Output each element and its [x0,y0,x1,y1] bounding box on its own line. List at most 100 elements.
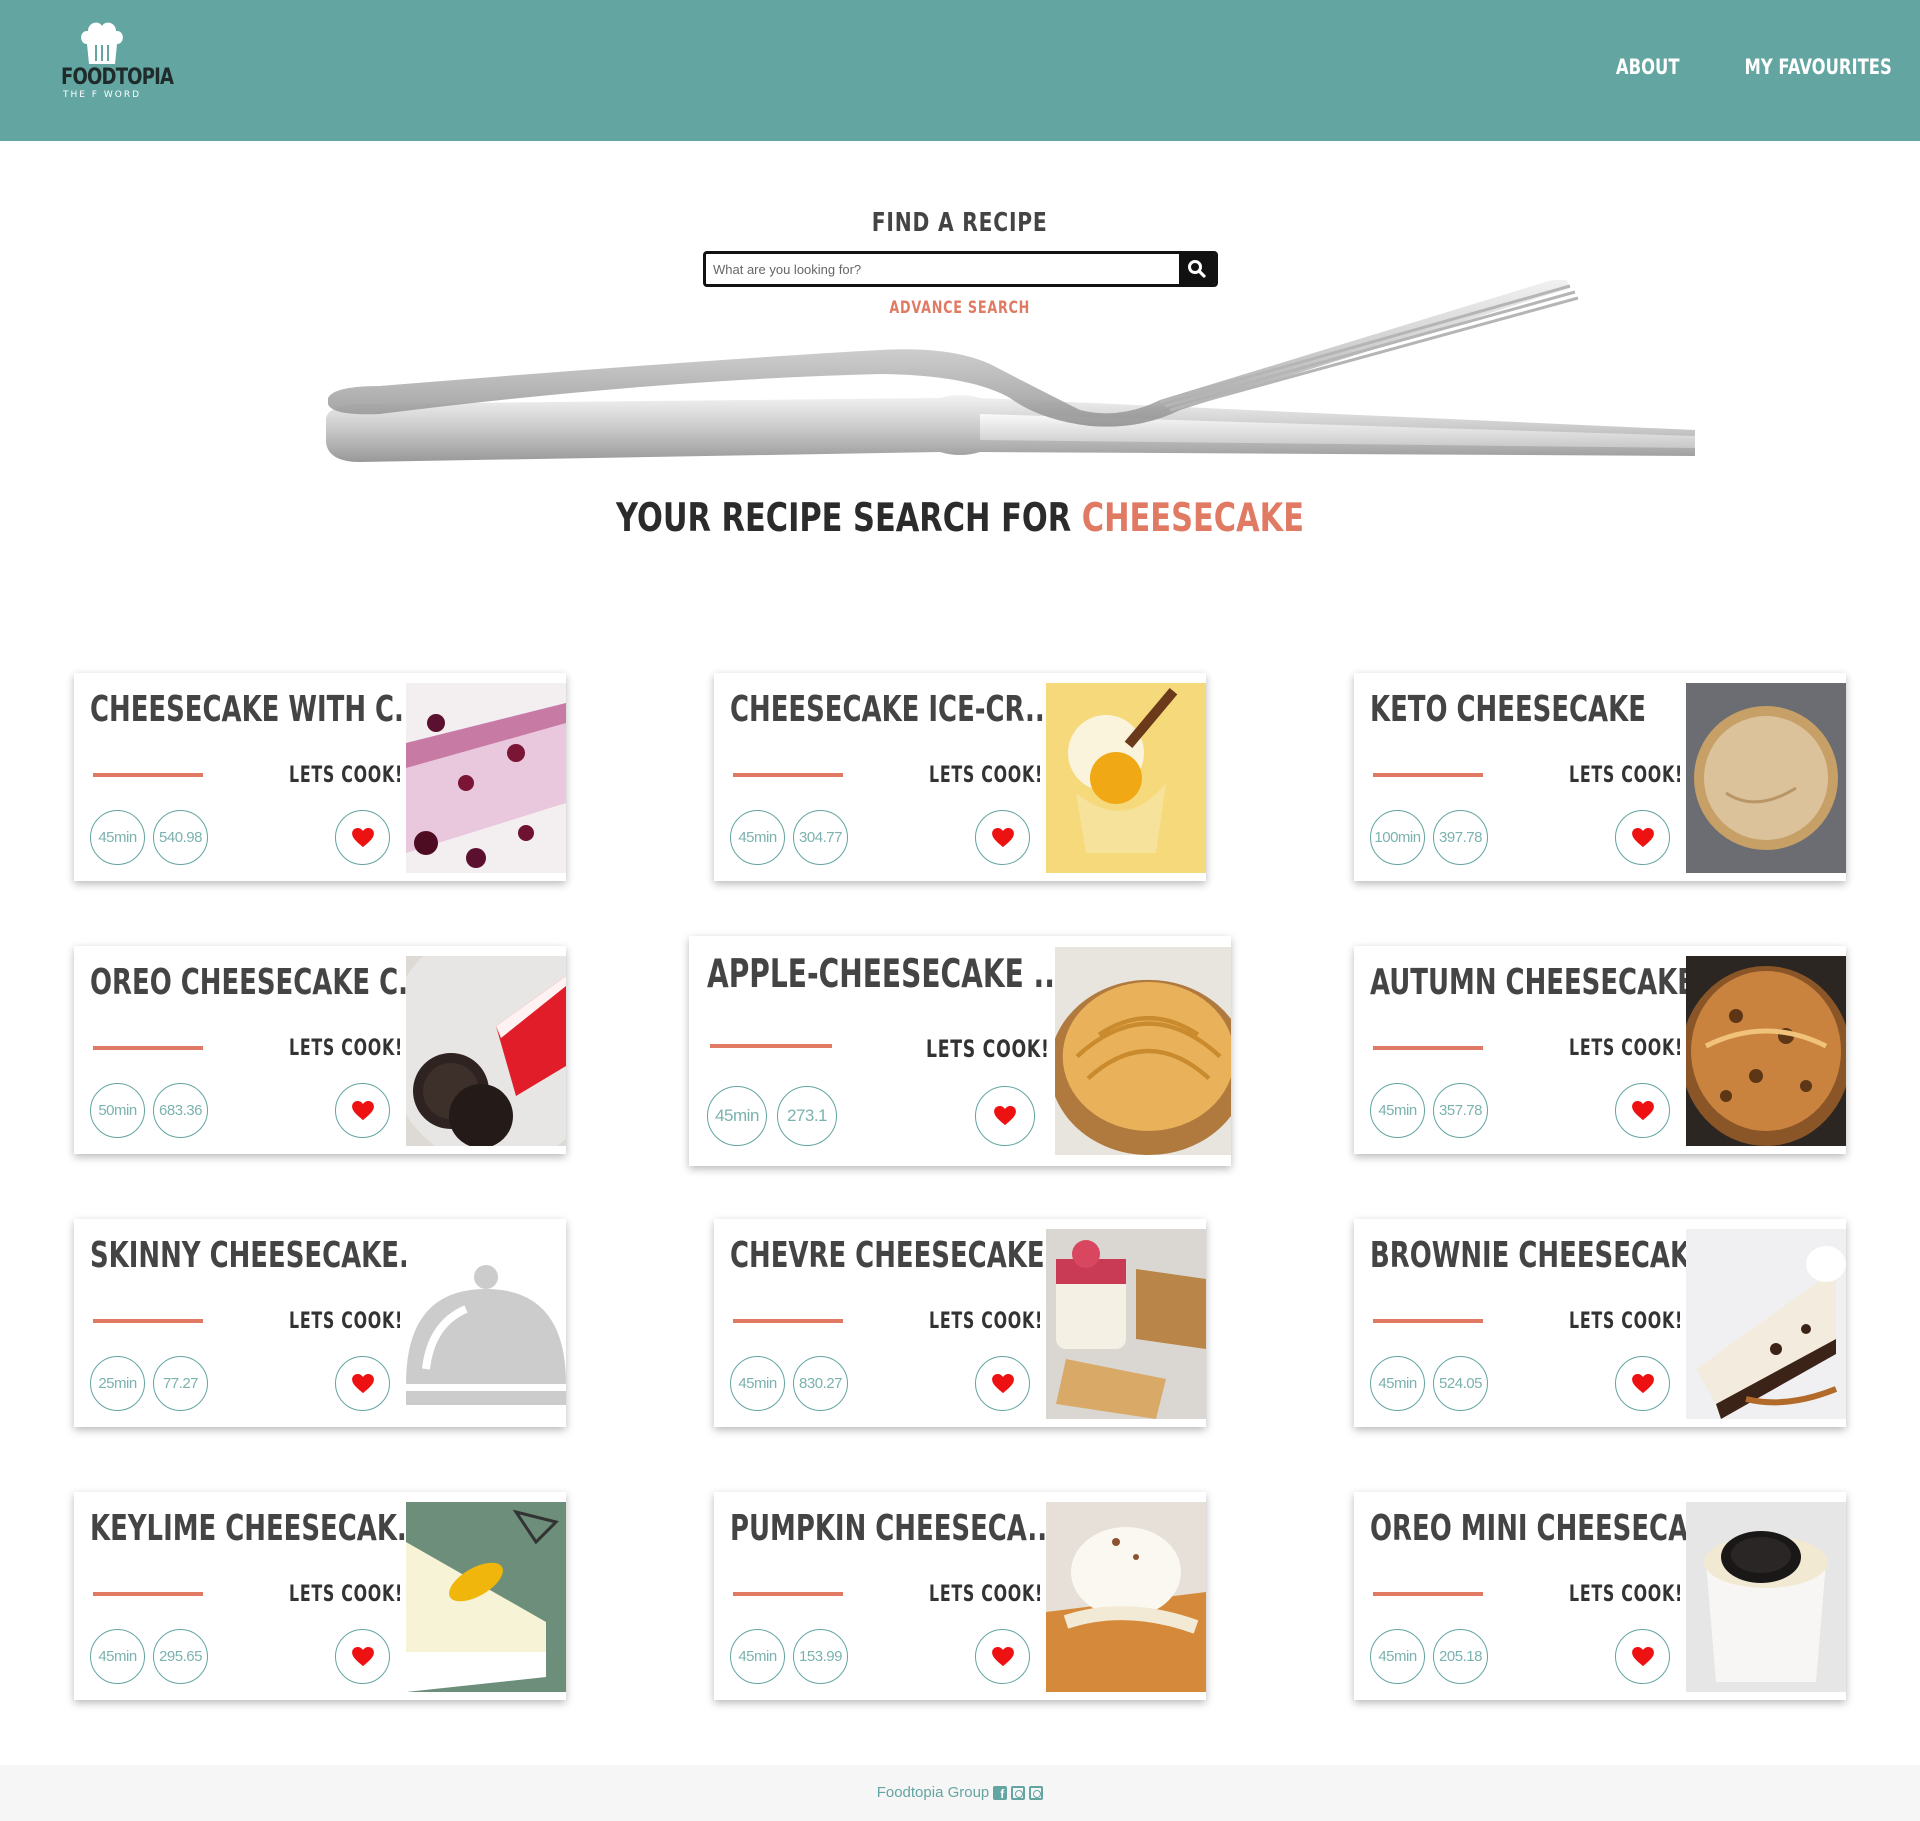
heart-icon [351,1646,374,1666]
cook-time-badge: 45min [1370,1083,1425,1138]
recipe-image[interactable] [1686,683,1846,873]
recipe-title[interactable]: OREO MINI CHEESECA... [1370,1508,1718,1550]
recipe-card[interactable]: AUTUMN CHEESECAKE LETS COOK! 45min 357.78 [1354,946,1846,1154]
favourite-button[interactable] [1615,1083,1670,1138]
calories-badge: 683.36 [153,1083,208,1138]
favourite-button[interactable] [975,810,1030,865]
favourite-button[interactable] [1615,1629,1670,1684]
recipe-card[interactable]: BROWNIE CHEESECAKE LETS COOK! 45min 524.05 [1354,1219,1846,1427]
placeholder-cloche-image [406,1229,566,1419]
recipe-title[interactable]: CHEESECAKE WITH C... [90,689,424,731]
recipe-title[interactable]: APPLE-CHEESECAKE ... [707,954,1066,996]
recipe-card[interactable]: PUMPKIN CHEESECA... LETS COOK! 45min 153.99 [714,1492,1206,1700]
recipe-image[interactable] [1686,1502,1846,1692]
oreo-cookies-red-cake-image [406,956,566,1146]
lets-cook-button[interactable]: LETS COOK! [289,1582,403,1607]
cook-time-badge: 45min [90,1629,145,1684]
cook-time-badge: 45min [1370,1629,1425,1684]
title-divider [733,773,843,777]
favourite-button[interactable] [975,1356,1030,1411]
recipe-image[interactable] [1046,1502,1206,1692]
recipe-card[interactable]: OREO CHEESECAKE C... LETS COOK! 50min 683.3… [74,946,566,1154]
whole-keto-cheesecake-image [1686,683,1846,873]
heart-icon [994,1106,1016,1126]
recipe-title[interactable]: AUTUMN CHEESECAKE [1370,962,1695,1004]
recipe-card[interactable]: KEYLIME CHEESECAK... LETS COOK! 45min 295.6… [74,1492,566,1700]
favourite-button[interactable] [335,810,390,865]
instagram-icon[interactable] [1011,1785,1026,1800]
find-recipe-title: FIND A RECIPE [872,208,1048,238]
lets-cook-button[interactable]: LETS COOK! [926,1035,1050,1063]
recipe-image[interactable] [1046,683,1206,873]
heart-icon [991,1373,1014,1393]
pumpkin-slice-cream-image [1046,1502,1206,1692]
lets-cook-button[interactable]: LETS COOK! [929,763,1043,788]
instagram-icon[interactable] [1029,1785,1044,1800]
keylime-slice-image [406,1502,566,1692]
title-divider [710,1044,832,1048]
favourite-button[interactable] [975,1086,1035,1146]
recipe-image[interactable] [406,1229,566,1419]
heart-icon [351,1100,374,1120]
favourite-button[interactable] [1615,810,1670,865]
recipe-title[interactable]: KETO CHEESECAKE [1370,689,1646,731]
cook-time-badge: 100min [1370,810,1425,865]
recipe-title[interactable]: KEYLIME CHEESECAK... [90,1508,426,1550]
recipe-card[interactable]: SKINNY CHEESECAKE... LETS COOK! 25min 77.27 [74,1219,566,1427]
recipe-card[interactable]: OREO MINI CHEESECA... LETS COOK! 45min 205.… [1354,1492,1846,1700]
recipe-title[interactable]: OREO CHEESECAKE C... [90,962,428,1004]
lets-cook-button[interactable]: LETS COOK! [289,1036,403,1061]
calories-badge: 153.99 [793,1629,848,1684]
recipe-image[interactable] [1686,956,1846,1146]
lets-cook-button[interactable]: LETS COOK! [1569,1036,1683,1061]
recipe-title[interactable]: BROWNIE CHEESECAKE [1370,1235,1708,1277]
recipe-card[interactable]: KETO CHEESECAKE LETS COOK! 100min 397.78 [1354,673,1846,881]
nav-my-favourites[interactable]: MY FAVOURITES [1745,55,1892,79]
recipe-image[interactable] [1055,947,1231,1155]
title-divider [733,1592,843,1596]
recipe-title[interactable]: CHEESECAKE ICE-CR... [730,689,1055,731]
results-term: CHEESECAKE [1081,496,1304,541]
recipe-image[interactable] [406,1502,566,1692]
recipe-title[interactable]: PUMPKIN CHEESECA... [730,1508,1057,1550]
calories-badge: 77.27 [153,1356,208,1411]
logo[interactable]: FOODTOPIA THE F WORD [52,20,174,115]
lets-cook-button[interactable]: LETS COOK! [289,1309,403,1334]
footer-text: Foodtopia Group [876,1784,990,1801]
favourite-button[interactable] [1615,1356,1670,1411]
brand-tagline: THE F WORD [62,90,142,100]
title-divider [93,1046,203,1050]
lets-cook-button[interactable]: LETS COOK! [1569,1309,1683,1334]
calories-badge: 540.98 [153,810,208,865]
favourite-button[interactable] [335,1629,390,1684]
favourite-button[interactable] [975,1629,1030,1684]
heart-icon [1631,1100,1654,1120]
favourite-button[interactable] [335,1356,390,1411]
nav-about[interactable]: ABOUT [1616,55,1680,79]
facebook-icon[interactable] [993,1785,1008,1801]
calories-badge: 397.78 [1433,810,1488,865]
heart-icon [351,827,374,847]
recipe-card[interactable]: CHEESECAKE ICE-CR... LETS COOK! 45min 304.7… [714,673,1206,881]
lets-cook-button[interactable]: LETS COOK! [289,763,403,788]
lets-cook-button[interactable]: LETS COOK! [1569,1582,1683,1607]
recipe-image[interactable] [1046,1229,1206,1419]
lets-cook-button[interactable]: LETS COOK! [929,1582,1043,1607]
heart-icon [991,1646,1014,1666]
lets-cook-button[interactable]: LETS COOK! [929,1309,1043,1334]
lets-cook-button[interactable]: LETS COOK! [1569,763,1683,788]
footer: Foodtopia Group [0,1765,1920,1821]
recipe-title[interactable]: SKINNY CHEESECAKE... [90,1235,429,1277]
recipe-image[interactable] [1686,1229,1846,1419]
recipe-image[interactable] [406,683,566,873]
recipe-image[interactable] [406,956,566,1146]
recipe-card[interactable]: APPLE-CHEESECAKE ... LETS COOK! 45min 273.1 [689,936,1231,1166]
heart-icon [351,1373,374,1393]
ice-cream-glass-image [1046,683,1206,873]
recipe-title[interactable]: CHEVRE CHEESECAKE... [730,1235,1074,1277]
cook-time-badge: 45min [707,1086,767,1146]
recipe-card[interactable]: CHEESECAKE WITH C... LETS COOK! 45min 540.9… [74,673,566,881]
favourite-button[interactable] [335,1083,390,1138]
recipe-card[interactable]: CHEVRE CHEESECAKE... LETS COOK! 45min 830.2… [714,1219,1206,1427]
search-icon [1188,260,1206,278]
